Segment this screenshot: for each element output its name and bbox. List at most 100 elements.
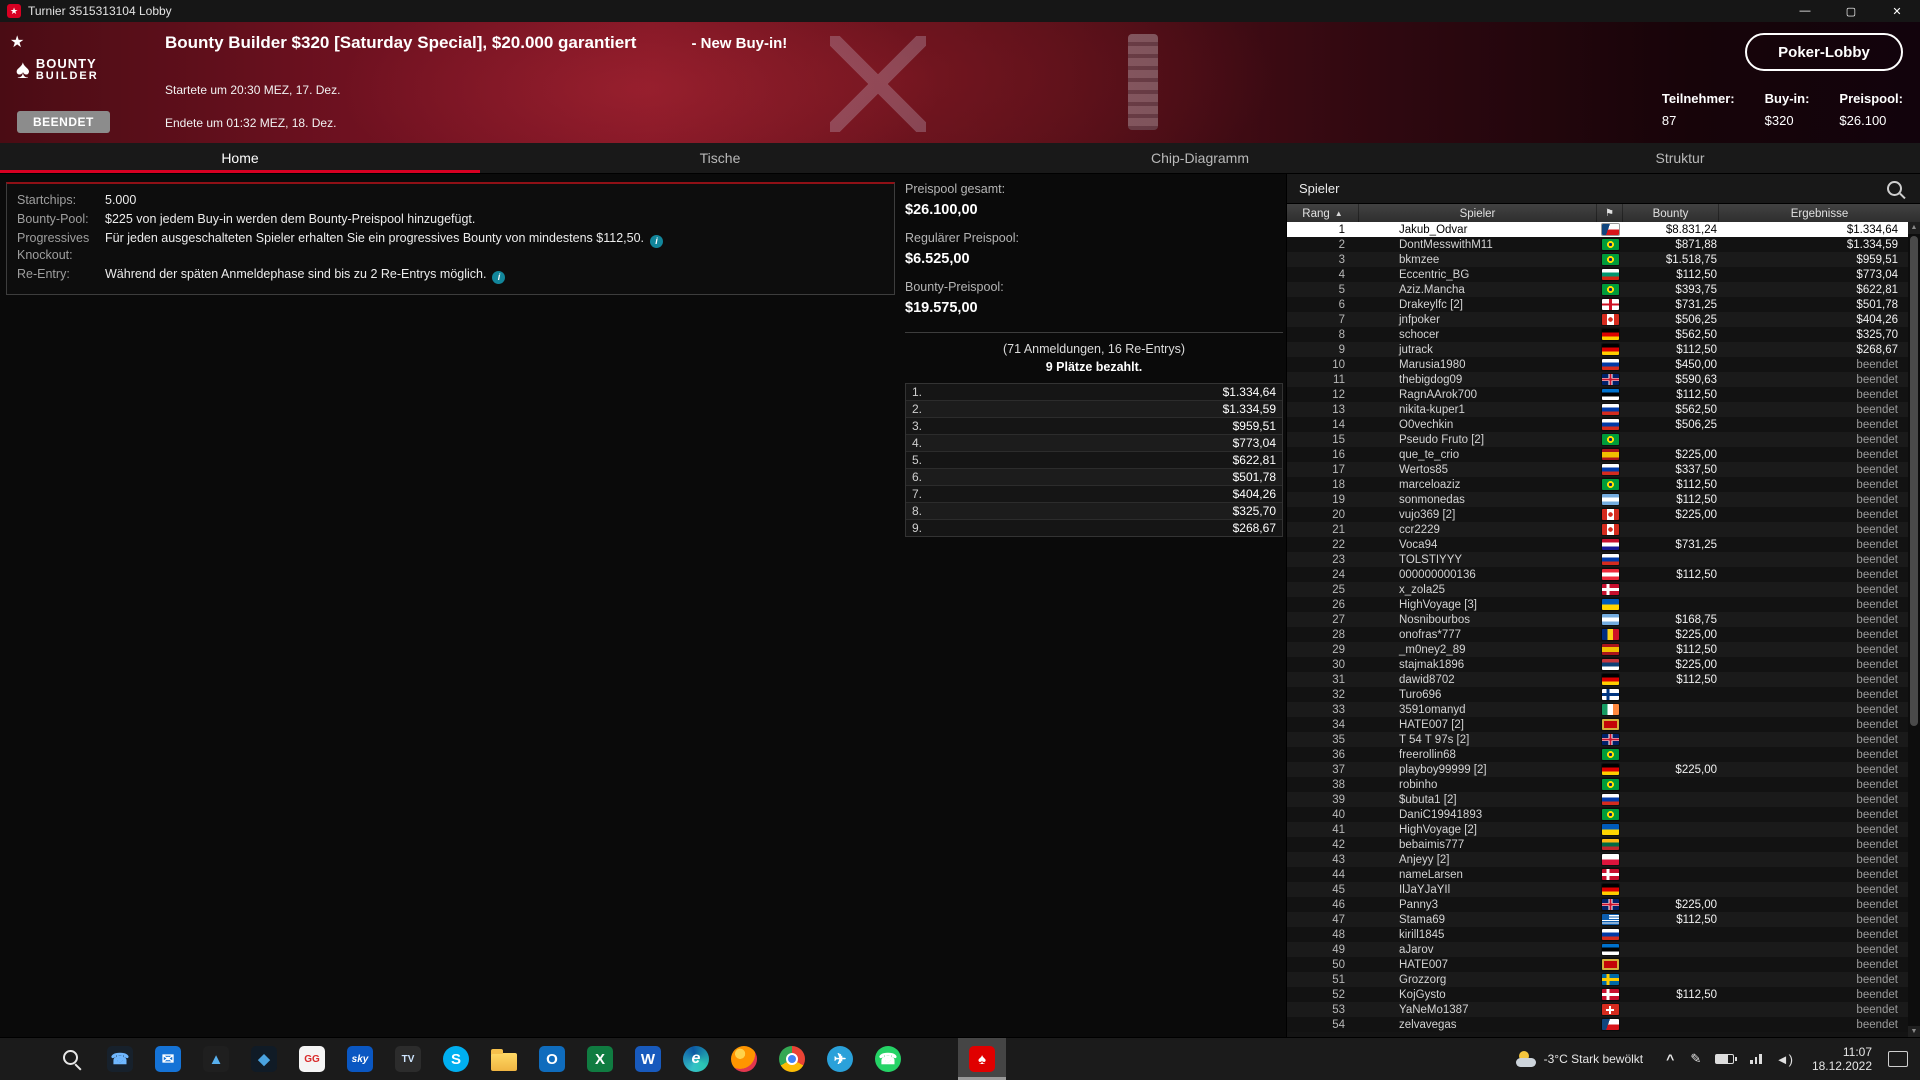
players-scrollbar[interactable] — [1908, 222, 1920, 1038]
player-row[interactable]: 54 zelvavegas beendet — [1287, 1017, 1908, 1032]
poker-lobby-button[interactable]: Poker-Lobby — [1745, 33, 1903, 71]
notifications-icon[interactable] — [1888, 1051, 1908, 1067]
player-row[interactable]: 43 Anjeyy [2] beendet — [1287, 852, 1908, 867]
player-row[interactable]: 3 bkmzee $1.518,75 $959,51 — [1287, 252, 1908, 267]
tab-struktur[interactable]: Struktur — [1440, 143, 1920, 173]
player-row[interactable]: 19 sonmonedas $112,50 beendet — [1287, 492, 1908, 507]
player-row[interactable]: 34 HATE007 [2] beendet — [1287, 717, 1908, 732]
close-button[interactable]: ✕ — [1874, 0, 1920, 22]
info-icon[interactable] — [492, 271, 506, 284]
player-row[interactable]: 41 HighVoyage [2] beendet — [1287, 822, 1908, 837]
player-row[interactable]: 12 RagnAArok700 $112,50 beendet — [1287, 387, 1908, 402]
player-row[interactable]: 6 Drakeylfc [2] $731,25 $501,78 — [1287, 297, 1908, 312]
pokerstars-icon[interactable]: ♠ — [958, 1038, 1006, 1080]
player-row[interactable]: 33 3591omanyd beendet — [1287, 702, 1908, 717]
player-row[interactable]: 15 Pseudo Fruto [2] beendet — [1287, 432, 1908, 447]
your-phone-icon[interactable]: ☎ — [96, 1038, 144, 1080]
diamond-app-icon[interactable]: ◆ — [240, 1038, 288, 1080]
scrollbar-thumb[interactable] — [1910, 236, 1918, 726]
player-row[interactable]: 50 HATE007 beendet — [1287, 957, 1908, 972]
player-row[interactable]: 36 freerollin68 beendet — [1287, 747, 1908, 762]
excel-icon[interactable]: X — [576, 1038, 624, 1080]
gg-poker-icon[interactable]: GG — [288, 1038, 336, 1080]
player-row[interactable]: 30 stajmak1896 $225,00 beendet — [1287, 657, 1908, 672]
player-row[interactable]: 7 jnfpoker $506,25 $404,26 — [1287, 312, 1908, 327]
player-row[interactable]: 9 jutrack $112,50 $268,67 — [1287, 342, 1908, 357]
file-explorer-icon[interactable] — [480, 1038, 528, 1080]
player-row[interactable]: 27 Nosnibourbos $168,75 beendet — [1287, 612, 1908, 627]
player-row[interactable]: 48 kirill1845 beendet — [1287, 927, 1908, 942]
scroll-up-icon[interactable] — [1908, 222, 1920, 234]
info-icon[interactable] — [650, 235, 663, 248]
column-header-rank[interactable]: Rang — [1287, 204, 1359, 223]
player-row[interactable]: 51 Grozzorg beendet — [1287, 972, 1908, 987]
start-button[interactable] — [0, 1038, 48, 1080]
volume-icon[interactable]: ◄) — [1769, 1052, 1800, 1067]
player-row[interactable]: 40 DaniC19941893 beendet — [1287, 807, 1908, 822]
stylus-icon[interactable]: ✎ — [1683, 1051, 1708, 1067]
player-row[interactable]: 18 marceloaziz $112,50 beendet — [1287, 477, 1908, 492]
tray-expand-icon[interactable]: ^ — [1657, 1051, 1683, 1067]
telegram-icon[interactable]: ✈ — [816, 1038, 864, 1080]
player-row[interactable]: 4 Eccentric_BG $112,50 $773,04 — [1287, 267, 1908, 282]
player-row[interactable]: 42 bebaimis777 beendet — [1287, 837, 1908, 852]
chrome-icon[interactable] — [768, 1038, 816, 1080]
player-row[interactable]: 28 onofras*777 $225,00 beendet — [1287, 627, 1908, 642]
player-row[interactable]: 37 playboy99999 [2] $225,00 beendet — [1287, 762, 1908, 777]
player-row[interactable]: 53 YaNeMo1387 beendet — [1287, 1002, 1908, 1017]
player-row[interactable]: 49 aJarov beendet — [1287, 942, 1908, 957]
column-header-player[interactable]: Spieler — [1359, 204, 1597, 223]
player-row[interactable]: 2 DontMesswithM11 $871,88 $1.334,59 — [1287, 237, 1908, 252]
search-button[interactable] — [48, 1038, 96, 1080]
column-header-flag flag-icon[interactable] — [1597, 204, 1623, 223]
taskbar-clock[interactable]: 11:07 18.12.2022 — [1800, 1045, 1884, 1073]
network-icon[interactable] — [1743, 1054, 1769, 1064]
player-row[interactable]: 45 IlJaYJaYIl beendet — [1287, 882, 1908, 897]
battery-icon[interactable] — [1708, 1054, 1743, 1064]
weather-widget[interactable]: -3°C Stark bewölkt — [1502, 1038, 1658, 1080]
player-row[interactable]: 35 T 54 T 97s [2] beendet — [1287, 732, 1908, 747]
player-row[interactable]: 13 nikita-kuper1 $562,50 beendet — [1287, 402, 1908, 417]
player-row[interactable]: 39 $ubuta1 [2] beendet — [1287, 792, 1908, 807]
player-row[interactable]: 16 que_te_crio $225,00 beendet — [1287, 447, 1908, 462]
firefox-icon[interactable] — [720, 1038, 768, 1080]
skype-icon[interactable]: S — [432, 1038, 480, 1080]
player-row[interactable]: 14 O0vechkin $506,25 beendet — [1287, 417, 1908, 432]
photos-icon[interactable]: ▲ — [192, 1038, 240, 1080]
player-row[interactable]: 11 thebigdog09 $590,63 beendet — [1287, 372, 1908, 387]
column-header-result[interactable]: Ergebnisse — [1719, 204, 1920, 223]
player-row[interactable]: 26 HighVoyage [3] beendet — [1287, 597, 1908, 612]
tab-tische[interactable]: Tische — [480, 143, 960, 173]
maximize-button[interactable]: ▢ — [1828, 0, 1874, 22]
column-header-bounty[interactable]: Bounty — [1623, 204, 1719, 223]
player-row[interactable]: 10 Marusia1980 $450,00 beendet — [1287, 357, 1908, 372]
player-row[interactable]: 22 Voca94 $731,25 beendet — [1287, 537, 1908, 552]
player-row[interactable]: 46 Panny3 $225,00 beendet — [1287, 897, 1908, 912]
player-row[interactable]: 17 Wertos85 $337,50 beendet — [1287, 462, 1908, 477]
mail-icon[interactable]: ✉ — [144, 1038, 192, 1080]
whatsapp-icon[interactable]: ☎ — [864, 1038, 912, 1080]
player-row[interactable]: 29 _m0ney2_89 $112,50 beendet — [1287, 642, 1908, 657]
player-row[interactable]: 52 KojGysto $112,50 beendet — [1287, 987, 1908, 1002]
outlook-icon[interactable]: O — [528, 1038, 576, 1080]
player-row[interactable]: 5 Aziz.Mancha $393,75 $622,81 — [1287, 282, 1908, 297]
player-row[interactable]: 31 dawid8702 $112,50 beendet — [1287, 672, 1908, 687]
player-row[interactable]: 47 Stama69 $112,50 beendet — [1287, 912, 1908, 927]
player-row[interactable]: 8 schocer $562,50 $325,70 — [1287, 327, 1908, 342]
player-row[interactable]: 21 ccr2229 beendet — [1287, 522, 1908, 537]
player-row[interactable]: 32 Turo696 beendet — [1287, 687, 1908, 702]
player-row[interactable]: 44 nameLarsen beendet — [1287, 867, 1908, 882]
edge-icon[interactable]: e — [672, 1038, 720, 1080]
tv-app-icon[interactable]: TV — [384, 1038, 432, 1080]
word-icon[interactable]: W — [624, 1038, 672, 1080]
tab-chip-diagramm[interactable]: Chip-Diagramm — [960, 143, 1440, 173]
star-icon[interactable] — [10, 32, 24, 52]
minimize-button[interactable]: — — [1782, 0, 1828, 22]
player-row[interactable]: 23 TOLSTIYYY beendet — [1287, 552, 1908, 567]
sky-icon[interactable]: sky — [336, 1038, 384, 1080]
player-row[interactable]: 20 vujo369 [2] $225,00 beendet — [1287, 507, 1908, 522]
tab-home[interactable]: Home — [0, 143, 480, 173]
player-row[interactable]: 1 Jakub_Odvar $8.831,24 $1.334,64 — [1287, 222, 1908, 237]
player-row[interactable]: 38 robinho beendet — [1287, 777, 1908, 792]
search-icon[interactable] — [1887, 180, 1902, 196]
